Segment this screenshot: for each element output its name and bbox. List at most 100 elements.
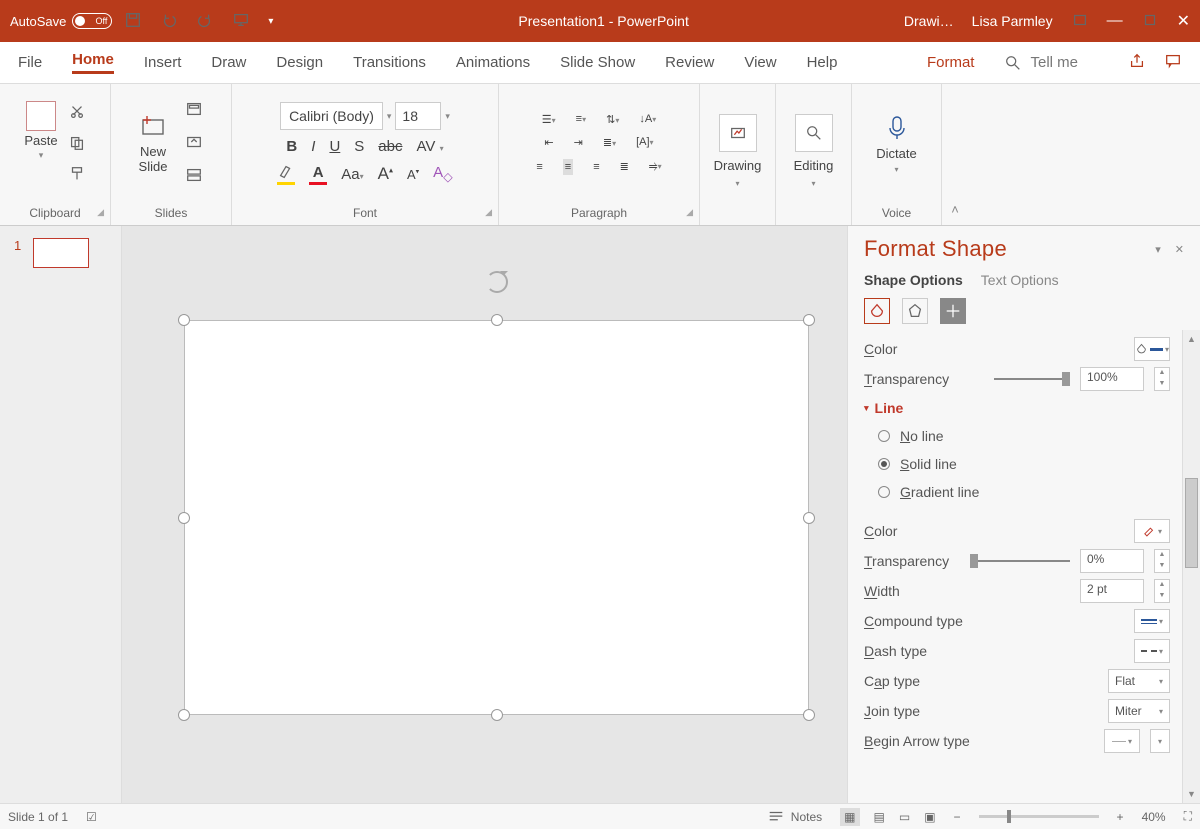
line-transparency-spinner[interactable]: ▲▼ (1154, 549, 1170, 573)
zoom-out-icon[interactable]: − (954, 810, 961, 824)
decrease-indent-button[interactable]: ⇤ (544, 136, 553, 149)
user-name[interactable]: Lisa Parmley (972, 13, 1053, 29)
italic-button[interactable]: I (311, 138, 315, 155)
highlight-color-button[interactable] (277, 163, 295, 185)
line-color-picker[interactable]: ▾ (1134, 519, 1170, 543)
scroll-thumb[interactable] (1185, 478, 1198, 568)
autosave-toggle[interactable]: AutoSave Off (10, 13, 112, 29)
slide-thumbnail-1[interactable] (33, 238, 89, 268)
qat-more-icon[interactable]: ▾ (268, 16, 273, 27)
zoom-value[interactable]: 40% (1142, 810, 1166, 824)
notes-button[interactable]: Notes (767, 808, 822, 826)
numbering-button[interactable]: ≡▾ (576, 113, 586, 125)
line-width-spinner[interactable]: ▲▼ (1154, 579, 1170, 603)
layout-icon[interactable] (185, 100, 203, 121)
resize-handle-br[interactable] (803, 709, 815, 721)
bold-button[interactable]: B (286, 138, 297, 155)
line-transparency-value[interactable]: 0% (1080, 549, 1144, 573)
tab-draw[interactable]: Draw (211, 54, 246, 71)
paste-button[interactable]: Paste ▾ (24, 101, 57, 161)
dash-type-combo[interactable]: ▾ (1134, 639, 1170, 663)
align-center-button[interactable]: ≡ (563, 159, 573, 175)
fit-to-window-icon[interactable]: ⛶ (1184, 809, 1192, 824)
underline-button[interactable]: U (329, 138, 340, 155)
grow-font-button[interactable]: A▴ (378, 164, 393, 184)
sort-button[interactable]: ↓A▾ (639, 113, 656, 125)
autosave-pill[interactable]: Off (72, 13, 112, 29)
resize-handle-tr[interactable] (803, 314, 815, 326)
ribbon-display-icon[interactable] (1071, 11, 1089, 32)
bullets-button[interactable]: ☰▾ (542, 113, 556, 126)
tell-me-search[interactable]: Tell me (1004, 54, 1078, 72)
fill-transparency-spinner[interactable]: ▲▼ (1154, 367, 1170, 391)
drawing-dropdown-icon[interactable]: ▾ (735, 179, 739, 188)
font-name-combo[interactable]: Calibri (Body) (280, 102, 383, 130)
smartart-button[interactable]: ⥤▾ (649, 160, 662, 173)
slideshow-view-icon[interactable]: ▣ (924, 810, 935, 824)
change-case-button[interactable]: Aa▾ (341, 166, 363, 183)
increase-indent-button[interactable]: ⇥ (574, 136, 583, 149)
columns-button[interactable]: ≣▾ (603, 136, 616, 149)
strikethrough-button[interactable]: abc (378, 138, 402, 155)
format-painter-icon[interactable] (68, 165, 86, 186)
section-icon[interactable] (185, 166, 203, 187)
fill-line-tab-icon[interactable] (864, 298, 890, 324)
spellcheck-icon[interactable]: ☑ (86, 810, 97, 824)
tab-view[interactable]: View (744, 54, 776, 71)
rotate-handle-icon[interactable] (486, 271, 508, 293)
line-transparency-slider[interactable] (970, 559, 1070, 563)
sorter-view-icon[interactable]: ▤ (874, 810, 885, 824)
tab-help[interactable]: Help (807, 54, 838, 71)
clear-formatting-button[interactable]: A◇ (433, 164, 453, 184)
zoom-slider[interactable] (979, 815, 1099, 818)
normal-view-icon[interactable]: ▦ (840, 808, 859, 826)
selected-shape[interactable] (184, 320, 809, 715)
tab-review[interactable]: Review (665, 54, 714, 71)
compound-type-combo[interactable]: ▾ (1134, 609, 1170, 633)
radio-gradient-line[interactable]: Gradient line (864, 478, 1194, 506)
resize-handle-tm[interactable] (491, 314, 503, 326)
microphone-icon[interactable] (883, 114, 911, 142)
fill-transparency-value[interactable]: 100% (1080, 367, 1144, 391)
radio-no-line[interactable]: No line (864, 422, 1194, 450)
resize-handle-bm[interactable] (491, 709, 503, 721)
resize-handle-ml[interactable] (178, 512, 190, 524)
pane-scrollbar[interactable]: ▲ ▼ (1182, 330, 1200, 803)
pane-close-icon[interactable]: ✕ (1175, 243, 1184, 256)
begin-arrow-combo[interactable]: ▾ (1104, 729, 1140, 753)
minimize-icon[interactable]: — (1107, 12, 1123, 30)
fill-color-picker[interactable]: ▾ (1134, 337, 1170, 361)
reading-view-icon[interactable]: ▭ (899, 810, 910, 824)
maximize-icon[interactable] (1141, 11, 1159, 32)
tab-insert[interactable]: Insert (144, 54, 182, 71)
tab-format[interactable]: Format (927, 54, 975, 71)
clipboard-launcher-icon[interactable]: ◢ (97, 207, 104, 218)
shrink-font-button[interactable]: A▾ (407, 167, 419, 182)
paste-dropdown-icon[interactable]: ▾ (39, 150, 44, 161)
undo-icon[interactable] (160, 11, 178, 32)
justify-button[interactable]: ≣ (620, 160, 629, 173)
close-icon[interactable]: ✕ (1177, 11, 1190, 31)
font-size-dropdown-icon[interactable]: ▾ (445, 111, 450, 122)
reset-slide-icon[interactable] (185, 133, 203, 154)
editing-dropdown-icon[interactable]: ▾ (811, 179, 815, 188)
align-left-button[interactable]: ≡ (536, 161, 542, 173)
paragraph-launcher-icon[interactable]: ◢ (686, 207, 693, 218)
size-properties-tab-icon[interactable] (940, 298, 966, 324)
slide-thumbnail-pane[interactable]: 1 (0, 226, 122, 803)
line-section-header[interactable]: Line (864, 394, 1194, 422)
font-color-button[interactable]: A (309, 164, 327, 185)
align-right-button[interactable]: ≡ (593, 161, 599, 173)
resize-handle-mr[interactable] (803, 512, 815, 524)
scroll-up-icon[interactable]: ▲ (1183, 330, 1200, 348)
tab-file[interactable]: File (18, 54, 42, 71)
tab-animations[interactable]: Animations (456, 54, 530, 71)
share-icon[interactable] (1128, 52, 1146, 74)
fill-transparency-slider[interactable] (994, 377, 1070, 381)
font-name-dropdown-icon[interactable]: ▾ (387, 111, 392, 122)
tab-design[interactable]: Design (276, 54, 323, 71)
slideshow-start-icon[interactable] (232, 11, 250, 32)
slide-indicator[interactable]: Slide 1 of 1 (8, 810, 68, 824)
radio-solid-line[interactable]: Solid line (864, 450, 1194, 478)
slide-canvas[interactable] (122, 226, 847, 803)
